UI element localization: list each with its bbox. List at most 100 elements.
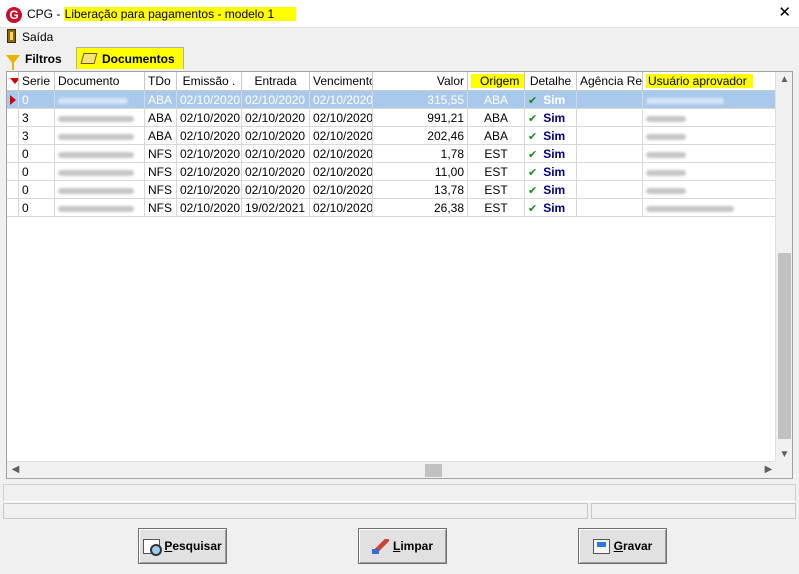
cell-documento-redacted [55,127,145,145]
cell-documento-redacted [55,181,145,199]
cell-emissao: 02/10/2020 [177,145,242,163]
column-header-entrada[interactable]: Entrada [242,72,310,91]
table-row[interactable]: 0 NFS 02/10/2020 02/10/2020 02/10/2020 1… [7,145,777,163]
check-icon: ✔ [528,203,538,215]
menu-saida[interactable]: Saída [22,30,53,44]
column-header-emissao[interactable]: Emissão . [177,72,242,91]
table-row[interactable]: 0 NFS 02/10/2020 19/02/2021 02/10/2020 2… [7,199,777,217]
funnel-icon [6,55,20,70]
limpar-button[interactable]: Limpar [358,528,447,564]
close-icon[interactable]: ✕ [778,5,791,21]
scroll-left-icon[interactable]: ◀ [7,464,24,475]
eraser-brush-icon [371,538,389,554]
scrollbar-corner [775,461,792,478]
vertical-scrollbar[interactable]: ▲ ▼ [775,72,792,462]
row-indicator [7,91,19,109]
cell-usuario-redacted [643,199,777,217]
cell-detalhe-sim: Sim [543,111,566,125]
column-header-valor[interactable]: Valor [373,72,468,91]
cell-tdo: ABA [145,109,177,127]
scroll-down-icon[interactable]: ▼ [776,449,792,460]
row-indicator [7,181,19,199]
cell-origem: ABA [468,127,525,145]
column-header-agencia[interactable]: Agência Ret. [577,72,643,91]
column-header-serie[interactable]: Serie [19,72,55,91]
cell-vencimento: 02/10/2020 [310,163,373,181]
separator-panel [3,484,796,502]
cell-tdo: NFS [145,145,177,163]
cell-agencia [577,127,643,145]
check-icon: ✔ [528,113,538,125]
cell-detalhe[interactable]: ✔ Sim [525,181,577,199]
table-row[interactable]: 3 ABA 02/10/2020 02/10/2020 02/10/2020 2… [7,127,777,145]
tab-documentos[interactable]: Documentos [76,47,184,69]
tab-filtros-label: Filtros [25,51,62,66]
table-row[interactable]: 0 ABA 02/10/2020 02/10/2020 02/10/2020 3… [7,91,777,109]
cell-emissao: 02/10/2020 [177,199,242,217]
cell-documento-redacted [55,145,145,163]
cell-detalhe[interactable]: ✔ Sim [525,145,577,163]
cell-tdo: ABA [145,127,177,145]
cell-detalhe[interactable]: ✔ Sim [525,127,577,145]
cell-usuario-redacted [643,145,777,163]
cell-detalhe[interactable]: ✔ Sim [525,163,577,181]
cell-detalhe[interactable]: ✔ Sim [525,91,577,109]
cell-usuario-redacted [643,109,777,127]
column-header-origem[interactable]: Origem [468,72,525,91]
cell-detalhe[interactable]: ✔ Sim [525,199,577,217]
menu-bar: Saída [0,28,799,46]
cell-agencia [577,91,643,109]
column-header-documento[interactable]: Documento [55,72,145,91]
cell-documento-redacted [55,109,145,127]
cell-vencimento: 02/10/2020 [310,127,373,145]
save-icon [592,538,610,554]
tab-filtros[interactable]: Filtros [6,48,62,70]
row-indicator [7,109,19,127]
cell-detalhe-sim: Sim [543,183,566,197]
pesquisar-button[interactable]: Pesquisar [138,528,227,564]
table-row[interactable]: 3 ABA 02/10/2020 02/10/2020 02/10/2020 9… [7,109,777,127]
title-bar: G CPG - Liberação para pagamentos - mode… [0,0,799,28]
cell-usuario-redacted [643,91,777,109]
table-row[interactable]: 0 NFS 02/10/2020 02/10/2020 02/10/2020 1… [7,163,777,181]
current-row-icon [10,95,16,105]
table-row[interactable]: 0 NFS 02/10/2020 02/10/2020 02/10/2020 1… [7,181,777,199]
cell-documento-redacted [55,199,145,217]
check-icon: ✔ [528,131,538,143]
column-header-detalhe[interactable]: Detalhe [525,72,577,91]
gravar-button[interactable]: Gravar [578,528,667,564]
grid-header: Serie Documento TDo Emissão . Entrada Ve… [7,72,777,91]
exit-door-icon[interactable] [7,29,16,43]
app-name: CPG - [27,7,64,21]
cell-agencia [577,181,643,199]
horizontal-scrollbar[interactable]: ◀ ▶ [7,461,777,478]
cell-emissao: 02/10/2020 [177,127,242,145]
check-icon: ✔ [528,149,538,161]
cell-emissao: 02/10/2020 [177,109,242,127]
column-header-usuario[interactable]: Usuário aprovador [643,72,777,91]
cell-valor: 1,78 [373,145,468,163]
cell-origem: EST [468,199,525,217]
cell-detalhe[interactable]: ✔ Sim [525,109,577,127]
cell-usuario-redacted [643,163,777,181]
horizontal-scroll-thumb[interactable] [425,464,442,477]
column-header-vencimento[interactable]: Vencimento [310,72,373,91]
cell-usuario-redacted [643,127,777,145]
cell-valor: 991,21 [373,109,468,127]
column-header-origem-label: Origem [471,74,524,88]
cell-serie: 3 [19,109,55,127]
cell-entrada: 02/10/2020 [242,91,310,109]
column-header-tdo[interactable]: TDo [145,72,177,91]
check-icon: ✔ [528,185,538,197]
scroll-up-icon[interactable]: ▲ [776,74,792,85]
cell-serie: 0 [19,91,55,109]
documents-grid[interactable]: Serie Documento TDo Emissão . Entrada Ve… [6,71,793,479]
cell-detalhe-sim: Sim [543,165,566,179]
cell-agencia [577,199,643,217]
tab-bar: Filtros Documentos [0,46,799,70]
vertical-scroll-thumb[interactable] [778,253,791,439]
pesquisar-label-rest: esquisar [172,539,222,553]
sort-indicator[interactable] [7,72,19,91]
cell-documento-redacted [55,163,145,181]
sort-down-icon [10,78,18,84]
